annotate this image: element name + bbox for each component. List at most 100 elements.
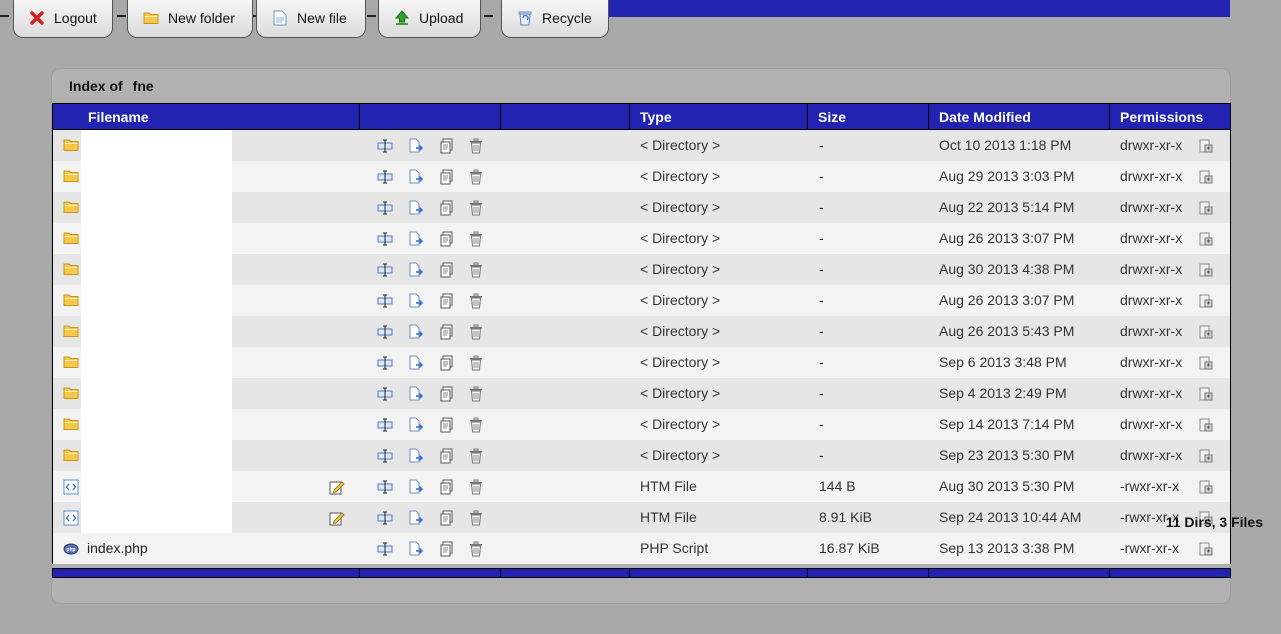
copy-icon[interactable] xyxy=(439,138,455,154)
trash-icon[interactable] xyxy=(468,386,484,402)
upload-button[interactable]: Upload xyxy=(378,0,481,38)
rename-icon[interactable] xyxy=(377,169,393,185)
copy-icon[interactable] xyxy=(439,293,455,309)
copy-icon[interactable] xyxy=(439,417,455,433)
copy-icon[interactable] xyxy=(439,231,455,247)
trash-icon[interactable] xyxy=(468,169,484,185)
file-name-link[interactable]: index.php xyxy=(87,533,148,564)
file-name-link[interactable] xyxy=(81,130,232,161)
table-row[interactable]: < Directory > - Oct 10 2013 1:18 PM drwxr-x… xyxy=(53,130,1230,161)
rename-icon[interactable] xyxy=(377,231,393,247)
recycle-button[interactable]: Recycle xyxy=(501,0,609,38)
chmod-icon[interactable] xyxy=(1199,325,1213,339)
table-row[interactable]: < Directory > - Aug 26 2013 3:07 PM drwxr-x… xyxy=(53,223,1230,254)
move-icon[interactable] xyxy=(408,138,424,154)
new-file-button[interactable]: New file xyxy=(256,0,366,38)
copy-icon[interactable] xyxy=(439,510,455,526)
column-filename[interactable]: Filename xyxy=(53,104,360,129)
chmod-icon[interactable] xyxy=(1199,170,1213,184)
rename-icon[interactable] xyxy=(377,386,393,402)
trash-icon[interactable] xyxy=(468,355,484,371)
table-row[interactable]: HTM File 8.91 KiB Sep 24 2013 10:44 AM -rwx… xyxy=(53,502,1230,533)
file-name-link[interactable] xyxy=(81,471,232,502)
copy-icon[interactable] xyxy=(439,200,455,216)
rename-icon[interactable] xyxy=(377,510,393,526)
new-folder-button[interactable]: New folder xyxy=(127,0,253,38)
chmod-icon[interactable] xyxy=(1199,232,1213,246)
chmod-icon[interactable] xyxy=(1199,356,1213,370)
column-permissions[interactable]: Permissions xyxy=(1110,104,1230,129)
file-name-link[interactable] xyxy=(81,502,232,533)
table-row[interactable]: < Directory > - Aug 26 2013 5:43 PM drwxr-x… xyxy=(53,316,1230,347)
table-row[interactable]: < Directory > - Sep 23 2013 5:30 PM drwxr-x… xyxy=(53,440,1230,471)
trash-icon[interactable] xyxy=(468,231,484,247)
file-name-link[interactable] xyxy=(81,254,232,285)
column-size[interactable]: Size xyxy=(808,104,929,129)
copy-icon[interactable] xyxy=(439,541,455,557)
trash-icon[interactable] xyxy=(468,138,484,154)
column-type[interactable]: Type xyxy=(630,104,808,129)
file-name-link[interactable] xyxy=(81,378,232,409)
move-icon[interactable] xyxy=(408,262,424,278)
copy-icon[interactable] xyxy=(439,262,455,278)
chmod-icon[interactable] xyxy=(1199,480,1213,494)
chmod-icon[interactable] xyxy=(1199,139,1213,153)
file-name-link[interactable] xyxy=(81,223,232,254)
file-name-link[interactable] xyxy=(81,192,232,223)
move-icon[interactable] xyxy=(408,541,424,557)
file-name-link[interactable] xyxy=(81,285,232,316)
trash-icon[interactable] xyxy=(468,417,484,433)
copy-icon[interactable] xyxy=(439,448,455,464)
move-icon[interactable] xyxy=(408,510,424,526)
table-row[interactable]: < Directory > - Aug 29 2013 3:03 PM drwxr-x… xyxy=(53,161,1230,192)
table-row[interactable]: < Directory > - Sep 14 2013 7:14 PM drwxr-x… xyxy=(53,409,1230,440)
table-row[interactable]: < Directory > - Sep 4 2013 2:49 PM drwxr-xr… xyxy=(53,378,1230,409)
file-name-link[interactable] xyxy=(81,409,232,440)
file-name-link[interactable] xyxy=(81,161,232,192)
file-name-link[interactable] xyxy=(81,347,232,378)
table-row[interactable]: HTM File 144 B Aug 30 2013 5:30 PM -rwxr-xr… xyxy=(53,471,1230,502)
rename-icon[interactable] xyxy=(377,138,393,154)
table-row[interactable]: < Directory > - Aug 26 2013 3:07 PM drwxr-x… xyxy=(53,285,1230,316)
move-icon[interactable] xyxy=(408,479,424,495)
move-icon[interactable] xyxy=(408,417,424,433)
chmod-icon[interactable] xyxy=(1199,542,1213,556)
copy-icon[interactable] xyxy=(439,169,455,185)
logout-button[interactable]: Logout xyxy=(13,0,113,38)
move-icon[interactable] xyxy=(408,293,424,309)
rename-icon[interactable] xyxy=(377,293,393,309)
chmod-icon[interactable] xyxy=(1199,449,1213,463)
chmod-icon[interactable] xyxy=(1199,263,1213,277)
trash-icon[interactable] xyxy=(468,510,484,526)
trash-icon[interactable] xyxy=(468,479,484,495)
trash-icon[interactable] xyxy=(468,262,484,278)
copy-icon[interactable] xyxy=(439,386,455,402)
rename-icon[interactable] xyxy=(377,417,393,433)
edit-icon[interactable] xyxy=(329,510,345,526)
file-name-link[interactable] xyxy=(81,316,232,347)
table-row[interactable]: < Directory > - Aug 22 2013 5:14 PM drwxr-x… xyxy=(53,192,1230,223)
trash-icon[interactable] xyxy=(468,324,484,340)
chmod-icon[interactable] xyxy=(1199,387,1213,401)
table-row[interactable]: < Directory > - Aug 30 2013 4:38 PM drwxr-x… xyxy=(53,254,1230,285)
rename-icon[interactable] xyxy=(377,448,393,464)
rename-icon[interactable] xyxy=(377,200,393,216)
rename-icon[interactable] xyxy=(377,479,393,495)
rename-icon[interactable] xyxy=(377,262,393,278)
move-icon[interactable] xyxy=(408,231,424,247)
file-name-link[interactable] xyxy=(81,440,232,471)
trash-icon[interactable] xyxy=(468,448,484,464)
copy-icon[interactable] xyxy=(439,479,455,495)
trash-icon[interactable] xyxy=(468,541,484,557)
move-icon[interactable] xyxy=(408,355,424,371)
column-date-modified[interactable]: Date Modified xyxy=(929,104,1110,129)
table-row[interactable]: < Directory > - Sep 6 2013 3:48 PM drwxr-xr… xyxy=(53,347,1230,378)
rename-icon[interactable] xyxy=(377,541,393,557)
table-row[interactable]: php index.php PHP Script 16.87 KiB Sep 13 20… xyxy=(53,533,1230,564)
chmod-icon[interactable] xyxy=(1199,294,1213,308)
move-icon[interactable] xyxy=(408,386,424,402)
move-icon[interactable] xyxy=(408,324,424,340)
trash-icon[interactable] xyxy=(468,200,484,216)
move-icon[interactable] xyxy=(408,448,424,464)
copy-icon[interactable] xyxy=(439,355,455,371)
